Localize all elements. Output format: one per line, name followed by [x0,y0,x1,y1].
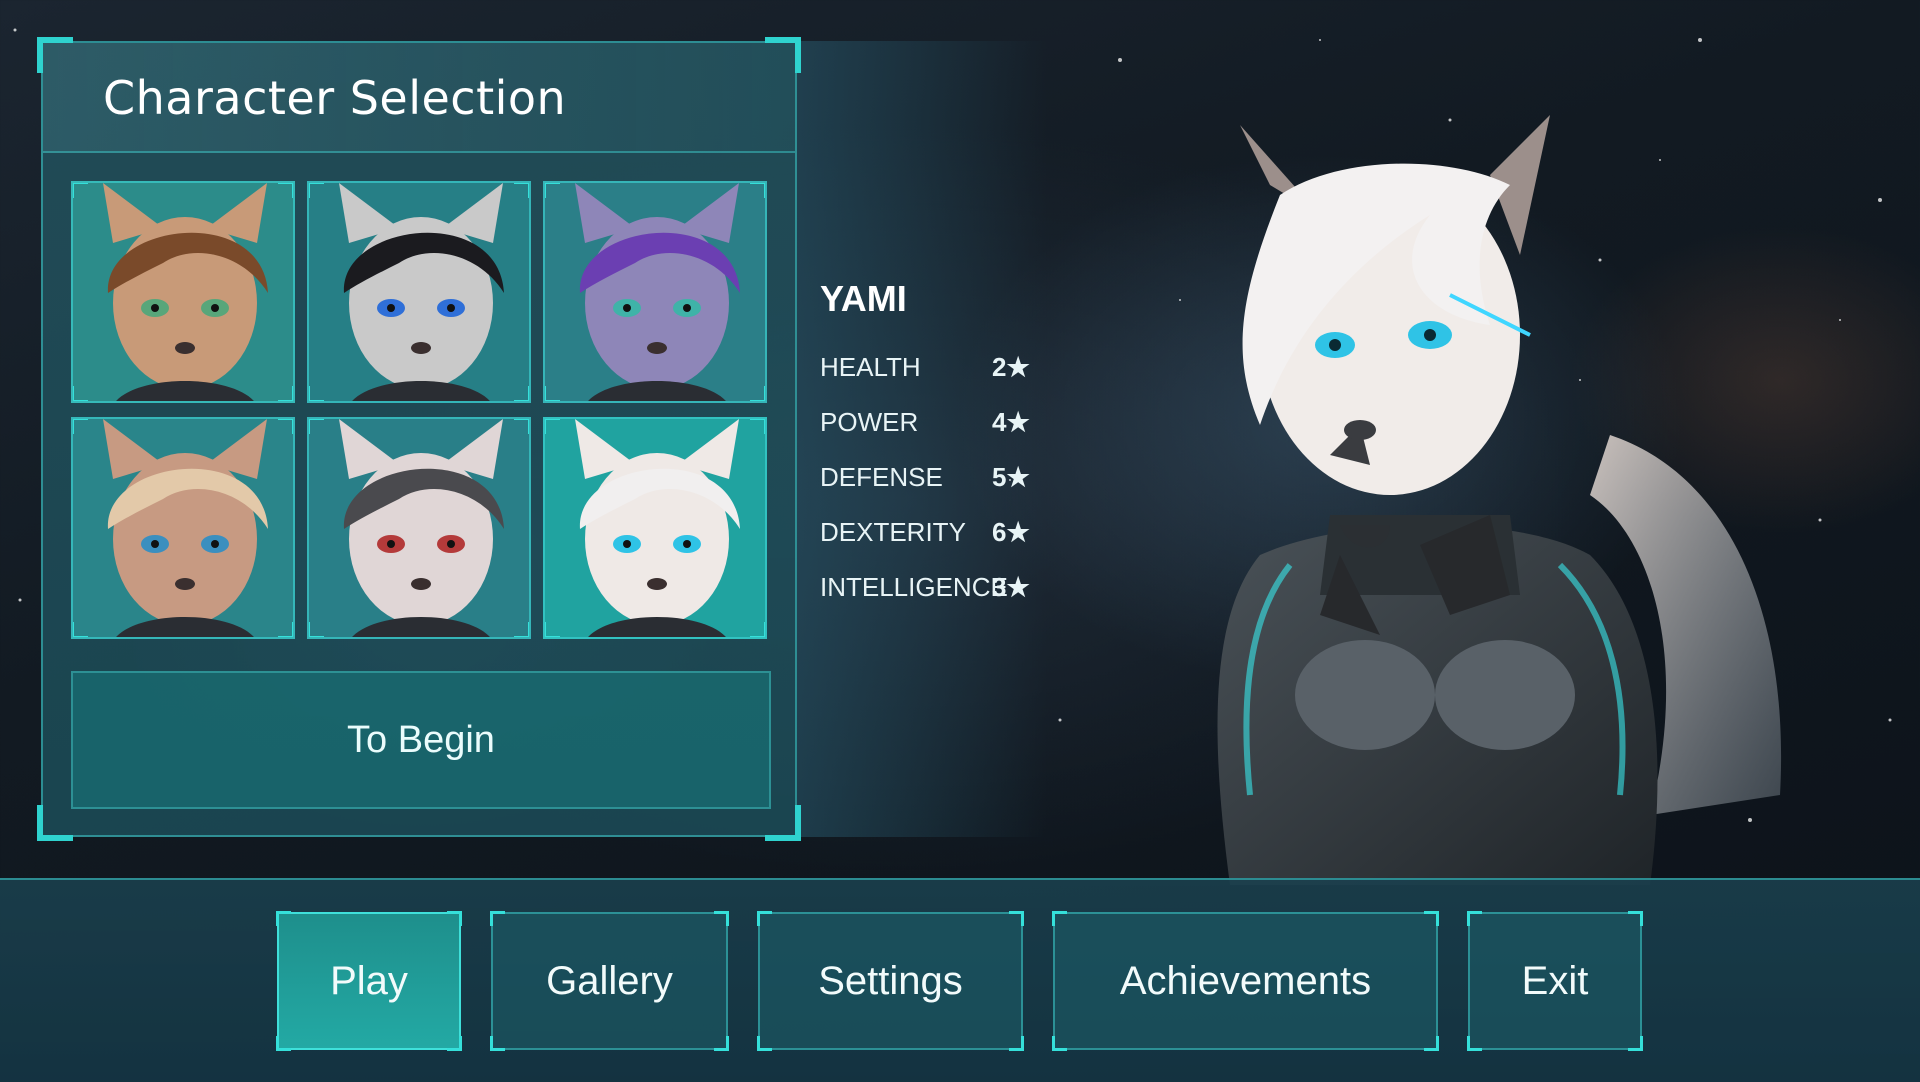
portrait-corner [73,386,88,401]
character-face-icon [575,183,740,401]
character-face-icon [339,183,504,401]
portrait-corner [545,419,560,434]
portrait-corner [545,622,560,637]
play-button[interactable]: Play [276,911,462,1051]
panel-corner [765,805,801,841]
portrait-corner [514,622,529,637]
character-name: YAMI [820,278,907,319]
exit-button[interactable]: Exit [1467,911,1643,1051]
portrait-1[interactable] [71,181,295,403]
portrait-corner [514,386,529,401]
portrait-corner [278,386,293,401]
panel-header: Character Selection [43,43,795,153]
character-face-icon [339,419,504,637]
achievements-button[interactable]: Achievements [1052,911,1439,1051]
character-face-icon [103,419,268,637]
stat-value: 6★ [992,517,1030,547]
portrait-corner [750,622,765,637]
gallery-button[interactable]: Gallery [490,911,729,1051]
portrait-corner [545,386,560,401]
panel-corner [37,805,73,841]
stat-label: POWER [820,407,919,437]
portrait-corner [309,183,324,198]
portrait-corner [73,622,88,637]
portrait-corner [750,386,765,401]
character-face-icon [103,183,268,401]
portrait-corner [309,622,324,637]
portrait-corner [750,183,765,198]
portrait-corner [278,183,293,198]
portrait-corner [278,622,293,637]
character-portrait-art [1217,115,1782,885]
portrait-corner [309,419,324,434]
character-face-icon [575,419,740,637]
stat-label: DEFENSE [820,462,943,492]
settings-button[interactable]: Settings [757,911,1024,1051]
stat-label: DEXTERITY [820,517,966,547]
portrait-2[interactable] [307,181,531,403]
portrait-corner [514,419,529,434]
portrait-corner [278,419,293,434]
stat-label: INTELLIGENCE [820,572,1008,602]
play-label: Play [330,958,408,1003]
portrait-corner [514,183,529,198]
exit-label: Exit [1521,958,1589,1003]
settings-label: Settings [818,958,963,1003]
character-selection-panel: Character Selection To Begin [37,37,801,841]
portrait-5[interactable] [307,417,531,639]
portrait-6[interactable] [543,417,767,639]
stat-value: 2★ [992,352,1030,382]
to-begin-button[interactable]: To Begin [71,671,771,809]
panel-title: Character Selection [103,71,567,125]
portrait-3[interactable] [543,181,767,403]
gallery-label: Gallery [546,958,673,1003]
portrait-corner [73,183,88,198]
portrait-corner [309,386,324,401]
portrait-grid [71,181,777,639]
stat-value: 4★ [992,407,1030,437]
stat-label: HEALTH [820,352,921,382]
stat-value: 3★ [992,572,1030,602]
bottom-nav-bar: Play Gallery Settings Achievements Exit [0,878,1920,1082]
stats-panel-background [797,41,1047,837]
portrait-corner [73,419,88,434]
portrait-corner [545,183,560,198]
stat-value: 5★ [992,462,1030,492]
to-begin-label: To Begin [347,718,495,761]
portrait-corner [750,419,765,434]
portrait-4[interactable] [71,417,295,639]
achievements-label: Achievements [1119,958,1372,1003]
